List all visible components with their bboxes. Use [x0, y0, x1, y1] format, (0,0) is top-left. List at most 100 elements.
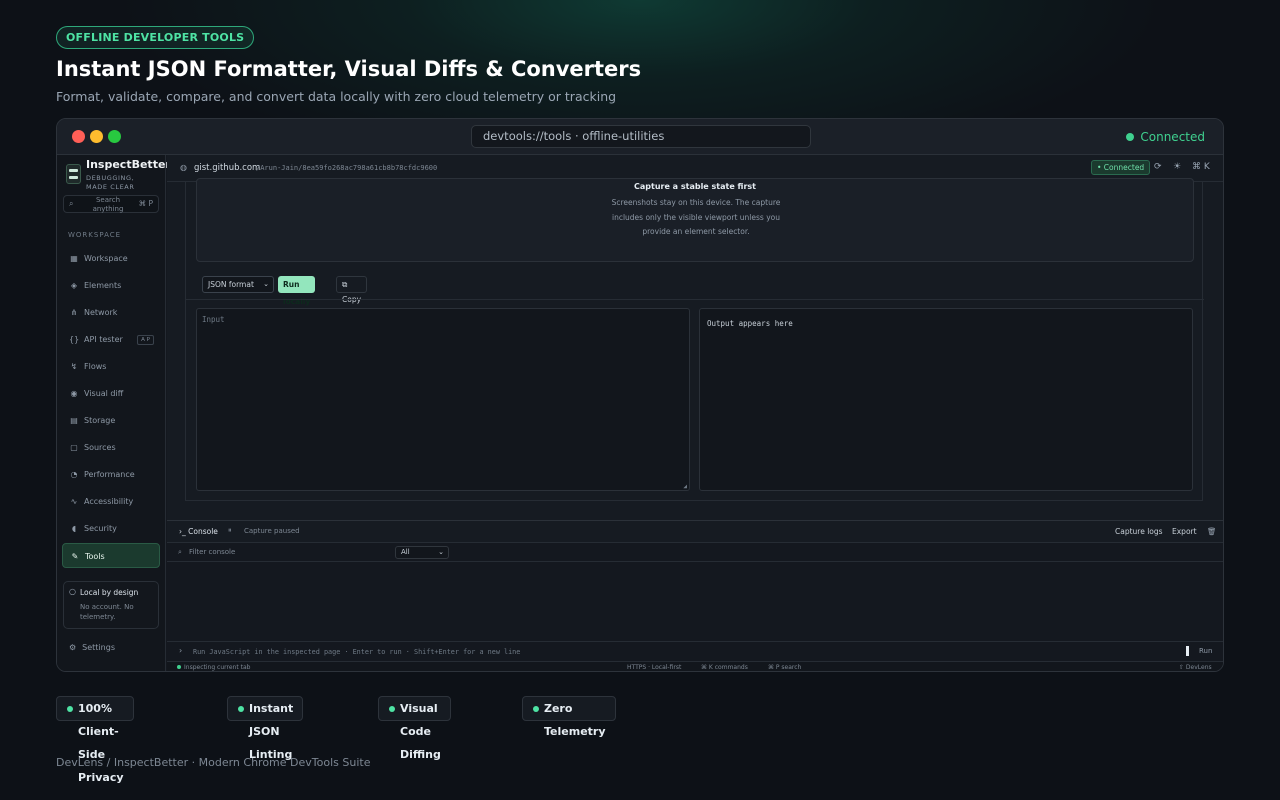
tools-workspace: Capture a stable state first Screenshots…	[167, 178, 1223, 520]
hero-badge: OFFLINE DEVELOPER TOOLS	[56, 26, 255, 49]
sidebar-search[interactable]: ⌕ Search anything ⌘ P	[63, 195, 159, 213]
network-icon: ⋔	[70, 308, 78, 317]
trash-icon[interactable]: 🗑	[1207, 527, 1217, 536]
feature-badge: Visual Code Diffing	[378, 696, 451, 761]
address-bar[interactable]: devtools://tools · offline-utilities	[471, 125, 811, 148]
sun-icon[interactable]: ☀	[1173, 162, 1181, 172]
sidebar-item-tools[interactable]: ✎ Tools	[62, 543, 160, 568]
shortcut-badge: A P	[137, 335, 154, 345]
sidebar: InspectBetter DEBUGGING, MADE CLEAR ⌕ Se…	[57, 155, 171, 671]
console-drawer: ›_ Console ⏸ Capture paused Capture logs…	[167, 520, 1223, 671]
sidebar-item-api-tester[interactable]: {} API tester A P	[62, 327, 160, 352]
status-https: HTTPS · Local-first	[627, 664, 682, 671]
sidebar-item-label: Sources	[84, 443, 116, 452]
sidebar-item-label: Visual diff	[84, 389, 124, 398]
capture-notice: Capture a stable state first Screenshots…	[196, 178, 1194, 262]
search-shortcut: ⌘ P	[138, 199, 153, 208]
log-level-select[interactable]: All ⌄	[395, 546, 449, 559]
search-icon: ⌕	[178, 548, 182, 556]
status-dot-icon	[1126, 133, 1135, 141]
feature-badge: Zero Telemetry	[522, 696, 616, 738]
inspected-host[interactable]: gist.github.com	[194, 163, 260, 173]
input-placeholder: Input	[202, 315, 225, 324]
console-input[interactable]: › Run JavaScript in the inspected page ·…	[167, 641, 1223, 660]
flow-icon: ↯	[70, 362, 78, 371]
console-filter-bar: ⌕ Filter console All ⌄	[167, 543, 1223, 562]
sidebar-item-label: Tools	[85, 552, 105, 561]
local-card-description: No account. No telemetry.	[80, 603, 134, 621]
settings-icon: ⚙	[69, 643, 77, 652]
maximize-window-button[interactable]	[108, 130, 121, 143]
sidebar-item-storage[interactable]: ▤ Storage	[62, 408, 160, 433]
console-title: Console	[188, 527, 218, 536]
sidebar-item-performance[interactable]: ◔ Performance	[62, 462, 160, 487]
devtools-app: InspectBetter DEBUGGING, MADE CLEAR ⌕ Se…	[57, 155, 1223, 671]
shield-icon: ◖	[71, 524, 77, 533]
log-level-value: All	[401, 548, 410, 556]
status-bar: Inspecting current tab HTTPS · Local-fir…	[167, 661, 1223, 671]
sidebar-item-flows[interactable]: ↯ Flows	[62, 354, 160, 379]
capture-title: Capture a stable state first	[634, 182, 756, 191]
sidebar-item-label: Elements	[84, 281, 122, 290]
sidebar-item-label: Workspace	[84, 254, 128, 263]
sidebar-item-label: Flows	[84, 362, 107, 371]
copy-button[interactable]: ⧉ Copy	[336, 276, 368, 304]
sidebar-item-network[interactable]: ⋔ Network	[62, 300, 160, 325]
settings-label: Settings	[82, 643, 115, 652]
pause-icon[interactable]: ⏸	[228, 526, 232, 535]
grid-icon: ▦	[70, 254, 78, 263]
export-button[interactable]: Export	[1172, 527, 1197, 536]
file-icon: ▢	[70, 443, 78, 452]
sidebar-item-label: Accessibility	[84, 497, 134, 506]
sidebar-item-visual-diff[interactable]: ◉ Visual diff	[62, 381, 160, 406]
sidebar-nav: ▦ Workspace ◈ Elements ⋔ Network {} API tester A…	[62, 246, 160, 570]
footer-credit: DevLens / InspectBetter · Modern Chrome …	[56, 756, 371, 769]
capture-description: Screenshots stay on this device. The cap…	[611, 198, 781, 236]
camera-icon: ◉	[70, 389, 78, 398]
sidebar-item-security[interactable]: ◖ Security	[62, 516, 160, 541]
sidebar-item-sources[interactable]: ▢ Sources	[62, 435, 160, 460]
feature-badge: Instant JSON Linting	[227, 696, 304, 761]
sidebar-item-workspace[interactable]: ▦ Workspace	[62, 246, 160, 271]
output-placeholder: Output appears here	[707, 319, 793, 328]
input-editor[interactable]: Input ◢	[196, 308, 690, 491]
logo-icon	[66, 164, 81, 184]
status-inspecting-label: Inspecting current tab	[184, 664, 251, 671]
brand-tagline: DEBUGGING, MADE CLEAR	[86, 174, 135, 191]
refresh-icon[interactable]: ⟳	[1154, 162, 1162, 172]
sidebar-item-settings[interactable]: ⚙ Settings	[69, 643, 121, 652]
sidebar-item-label: Storage	[84, 416, 116, 425]
gauge-icon: ◔	[70, 470, 78, 479]
resize-handle-icon[interactable]: ◢	[683, 483, 687, 490]
sidebar-item-accessibility[interactable]: ∿ Accessibility	[62, 489, 160, 514]
close-window-button[interactable]	[72, 130, 85, 143]
console-tab[interactable]: ›_ Console	[179, 527, 218, 536]
sidebar-item-label: Network	[84, 308, 118, 317]
page-subtitle: Format, validate, compare, and convert d…	[56, 89, 617, 104]
local-by-design-card: ○ Local by design No account. No telemet…	[63, 581, 159, 629]
format-mode-value: JSON format	[208, 280, 254, 289]
sidebar-item-label: API tester	[84, 335, 123, 344]
browser-toolbar: devtools://tools · offline-utilities Con…	[57, 119, 1223, 155]
format-mode-select[interactable]: JSON format ⌄	[202, 276, 274, 293]
status-search: ⌘ P search	[768, 664, 802, 671]
run-locally-button[interactable]: Run locally	[278, 276, 316, 306]
status-inspecting: Inspecting current tab	[177, 664, 250, 671]
globe-icon: ◍	[180, 163, 187, 172]
minimize-window-button[interactable]	[90, 130, 103, 143]
pulse-icon: ∿	[70, 497, 78, 506]
filter-console-input[interactable]: Filter console	[189, 548, 235, 556]
wrench-icon: ✎	[71, 552, 79, 561]
command-palette-button[interactable]: ⌘ K	[1192, 162, 1210, 172]
connected-badge: • Connected	[1091, 160, 1151, 175]
status-dot-icon	[177, 665, 181, 669]
sidebar-item-elements[interactable]: ◈ Elements	[62, 273, 160, 298]
capture-logs-button[interactable]: Capture logs	[1115, 527, 1163, 536]
status-brand: ⇧ DevLens	[1179, 664, 1212, 671]
console-run-button[interactable]: Run	[1199, 647, 1212, 655]
search-placeholder: Search anything	[92, 196, 124, 213]
console-input-placeholder: Run JavaScript in the inspected page · E…	[193, 648, 521, 656]
prompt-chevron-icon: ›	[179, 646, 183, 655]
search-icon: ⌕	[69, 199, 74, 208]
connection-status: Connected	[1126, 130, 1205, 144]
